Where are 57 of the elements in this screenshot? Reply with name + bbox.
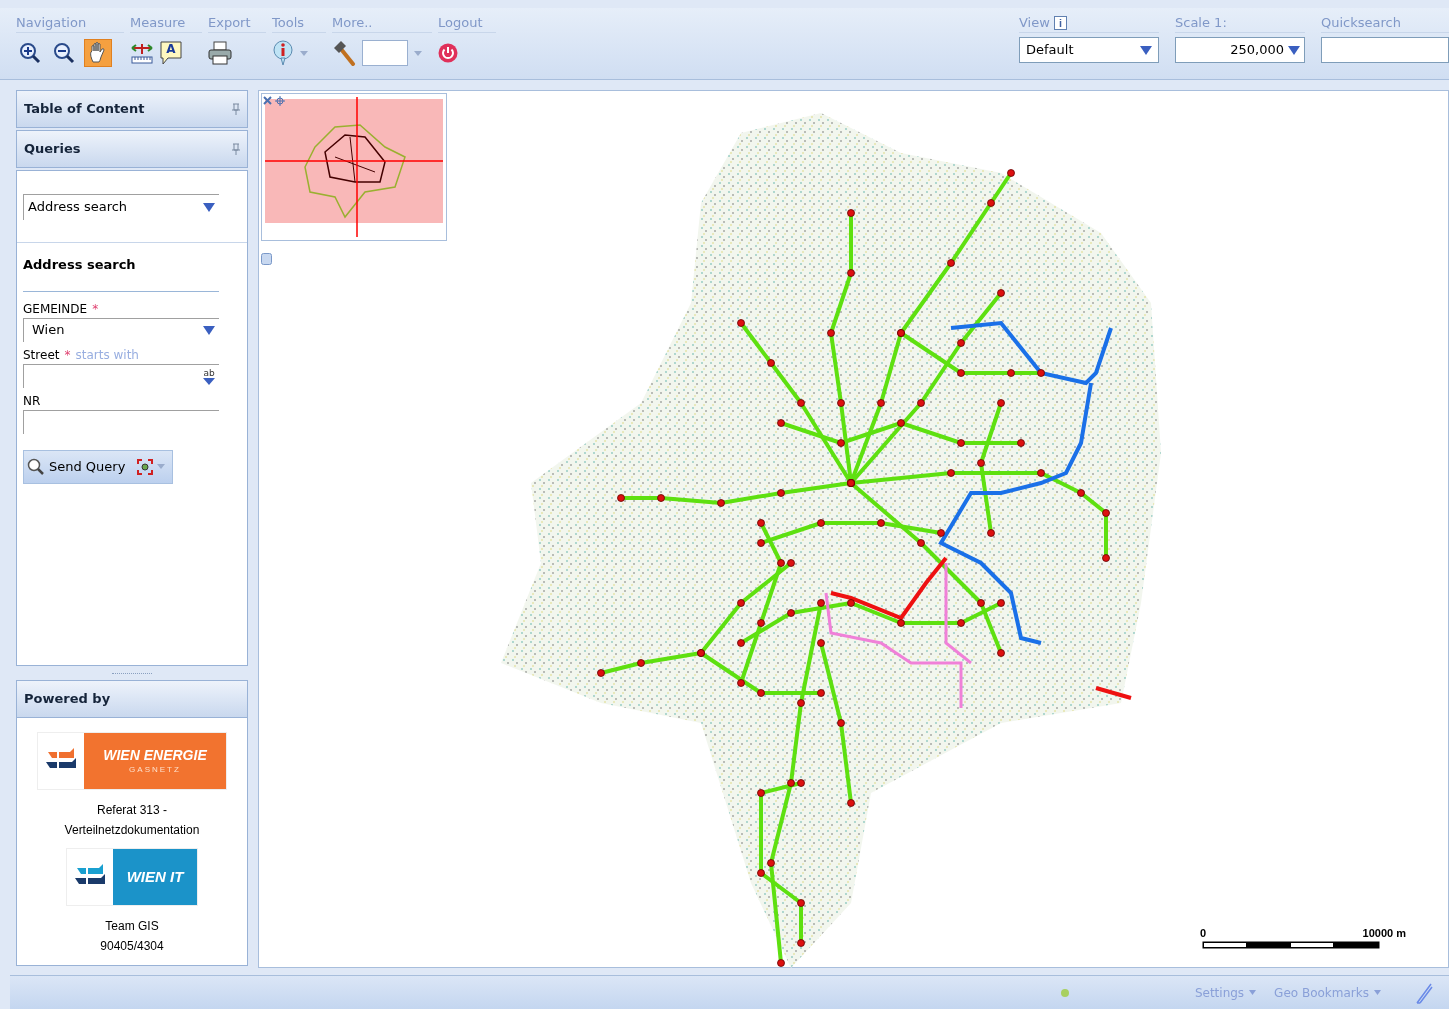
toolbar-group-label: View — [1019, 14, 1050, 32]
number-field[interactable] — [23, 409, 219, 434]
info-bubble-icon[interactable] — [272, 40, 294, 66]
panel-header[interactable]: Queries — [16, 130, 248, 168]
expand-overview-icon[interactable] — [261, 253, 272, 265]
form-title: Address search — [23, 255, 219, 292]
toolbar-group-label: Navigation — [16, 14, 124, 33]
status-indicator-icon — [1060, 988, 1069, 997]
wien-energie-logo: WIEN ENERGIE GASNETZ — [37, 732, 227, 790]
required-marker: * — [92, 300, 99, 318]
scale-bar-label: 10000 m — [1362, 925, 1406, 941]
pen-icon[interactable] — [1415, 981, 1433, 1004]
map-view[interactable]: 0 10000 m — [258, 90, 1449, 968]
measure-distance-icon[interactable] — [130, 41, 154, 65]
info-icon[interactable] — [1053, 16, 1067, 30]
close-icon[interactable] — [263, 96, 272, 105]
text-annotation-icon[interactable]: A — [160, 41, 182, 65]
scale-dropdown[interactable]: 250,000 — [1175, 37, 1305, 63]
send-query-button[interactable]: Send Query — [23, 449, 173, 484]
scale-bar-label: 0 — [1200, 925, 1207, 941]
toolbar-group-label: Measure — [130, 14, 202, 33]
logo-caption: Verteilnetzdokumentation — [64, 822, 200, 839]
logo-caption: Referat 313 - — [96, 802, 167, 819]
panel-header[interactable]: Powered by — [16, 680, 248, 718]
query-type-dropdown[interactable]: Address search — [23, 193, 219, 220]
printer-icon[interactable] — [208, 41, 232, 65]
field-label: GEMEINDE — [23, 300, 88, 318]
power-icon[interactable] — [438, 43, 458, 63]
wien-it-logo: WIEN IT — [66, 848, 198, 906]
hammer-icon[interactable] — [332, 40, 356, 66]
logo-caption: 90405/4304 — [100, 938, 164, 955]
dropdown-caret-icon[interactable] — [203, 325, 215, 335]
logo-caption: Team GIS — [105, 918, 159, 935]
dropdown-caret-icon[interactable] — [1288, 45, 1300, 55]
gemeinde-dropdown[interactable]: Wien — [23, 317, 219, 342]
field-hint: starts with — [75, 346, 139, 364]
required-marker: * — [64, 346, 71, 364]
dropdown-caret-icon[interactable] — [203, 202, 215, 212]
toolbar-group-label: Quicksearch — [1321, 14, 1401, 32]
zoom-to-result-icon[interactable] — [137, 458, 154, 475]
view-dropdown[interactable]: Default — [1019, 37, 1159, 63]
field-label: Street — [23, 346, 60, 364]
field-label: NR — [23, 392, 41, 410]
toolbar-group-label: Export — [208, 14, 266, 33]
toolbar-group-label: Logout — [438, 14, 496, 33]
text-search-trigger[interactable]: ab — [203, 367, 215, 385]
pan-tool-button[interactable] — [84, 39, 112, 67]
tool-input-field[interactable] — [362, 40, 408, 66]
search-icon — [27, 457, 45, 476]
move-icon[interactable] — [275, 96, 285, 106]
dropdown-caret-icon[interactable] — [1140, 45, 1152, 55]
panel-header[interactable]: Table of Content — [16, 90, 248, 128]
quicksearch-field[interactable] — [1321, 37, 1449, 63]
street-field[interactable]: ab — [23, 363, 219, 388]
toolbar-group-label: More.. — [332, 14, 432, 33]
toolbar-group-label: Scale 1: — [1175, 14, 1227, 32]
toolbar-group-label: Tools — [272, 14, 326, 33]
